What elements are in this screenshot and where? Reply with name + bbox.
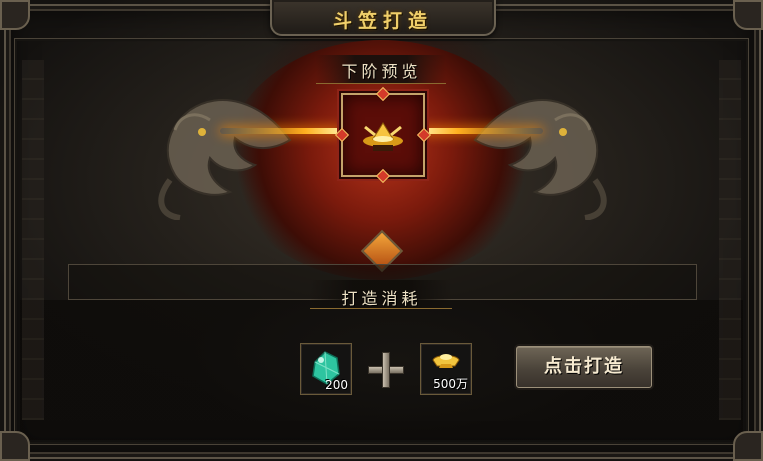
- cost-item-jade[interactable]: 200: [300, 343, 352, 395]
- left-border-ornament: [22, 60, 44, 420]
- forge-button[interactable]: 点击打造: [516, 346, 652, 388]
- left-dragon-icon: [158, 99, 292, 220]
- corner-ornament-bottom-right: [733, 431, 763, 461]
- preview-item-slot[interactable]: [334, 86, 432, 184]
- corner-ornament-top-right: [733, 0, 763, 30]
- plus-icon: [368, 352, 404, 388]
- gold-quantity: 500万: [433, 377, 468, 391]
- corner-ornament-top-left: [0, 0, 30, 30]
- golden-straw-hat-icon: [363, 122, 403, 151]
- cost-item-gold[interactable]: 500万: [420, 343, 472, 395]
- window-title: 斗笠打造: [332, 10, 433, 32]
- right-light-beam: [421, 128, 543, 134]
- title-tab: 斗笠打造: [270, 0, 496, 36]
- jade-quantity: 200: [325, 378, 348, 392]
- left-light-beam: [220, 128, 342, 134]
- preview-label: 下阶预览: [341, 62, 422, 81]
- forge-window: 斗笠打造 下阶预览 打造消耗 200 500万 点击打造: [0, 0, 763, 461]
- right-dragon-icon: [473, 99, 607, 220]
- cost-label: 打造消耗: [341, 289, 422, 308]
- right-border-ornament: [719, 60, 741, 420]
- corner-ornament-bottom-left: [0, 431, 30, 461]
